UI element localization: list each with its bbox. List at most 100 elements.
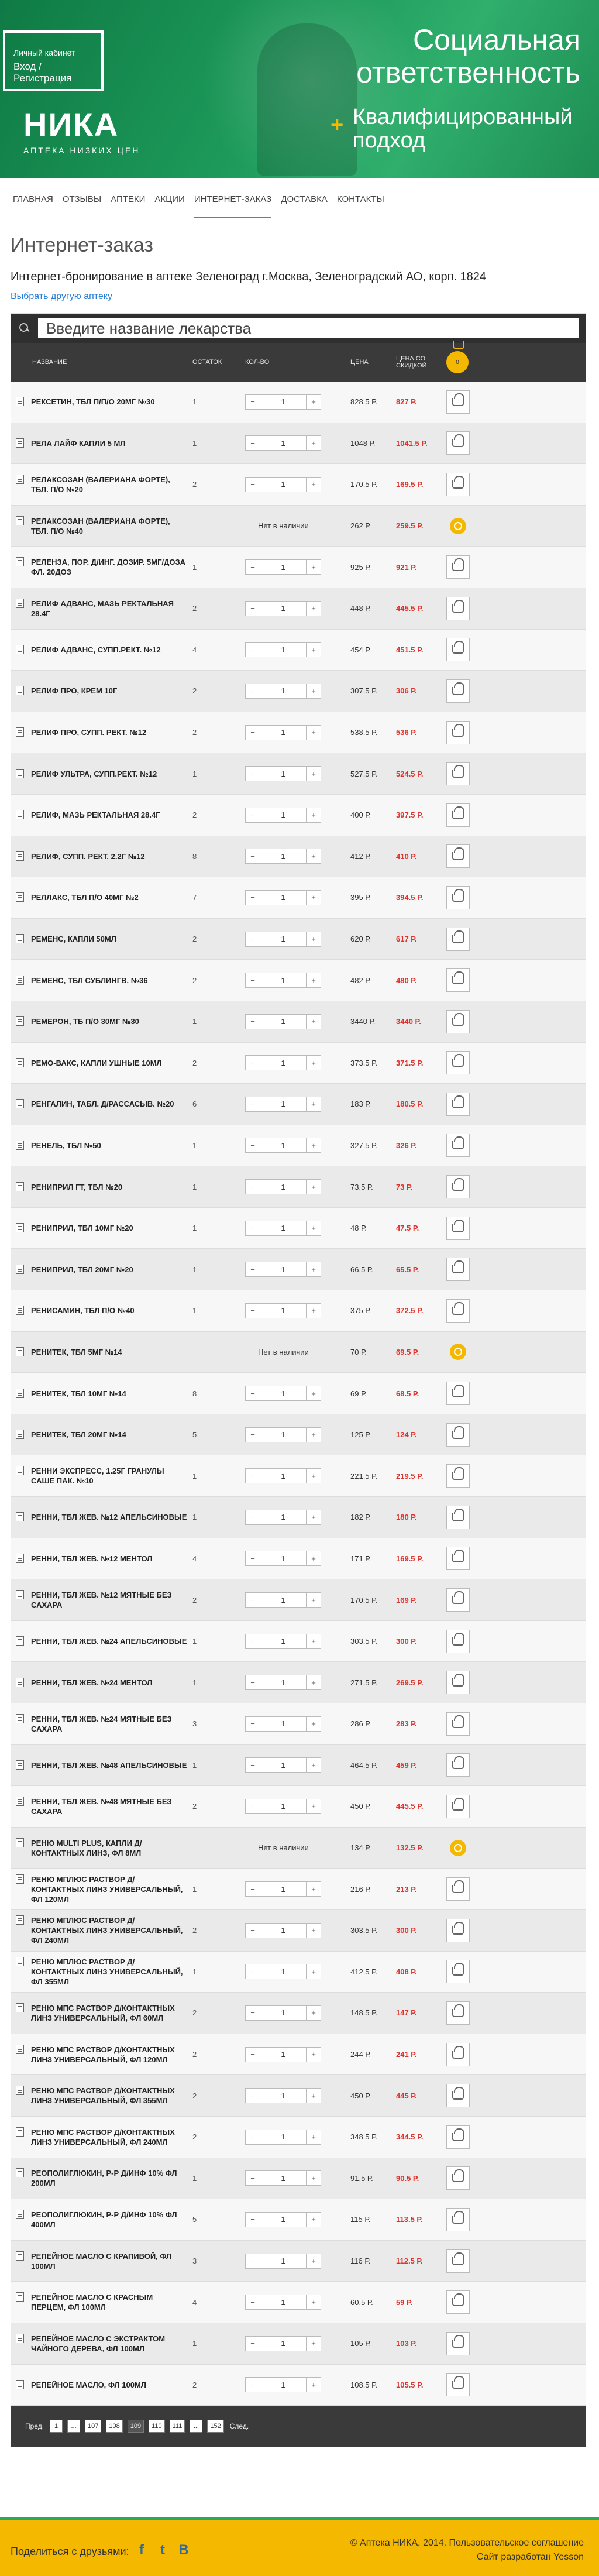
nav-item[interactable]: ИНТЕРНЕТ-ЗАКАЗ	[194, 183, 272, 218]
document-icon[interactable]	[16, 2086, 24, 2096]
qty-decrease-button[interactable]: −	[245, 394, 260, 410]
add-to-cart-button[interactable]	[446, 1794, 470, 1818]
page-link[interactable]: 152	[207, 2420, 224, 2433]
add-to-cart-button[interactable]	[446, 1216, 470, 1240]
add-to-cart-button[interactable]	[446, 1547, 470, 1571]
qty-increase-button[interactable]: +	[306, 1509, 321, 1525]
qty-decrease-button[interactable]: −	[245, 1468, 260, 1484]
qty-value[interactable]: 1	[260, 2129, 306, 2145]
qty-decrease-button[interactable]: −	[245, 435, 260, 451]
qty-decrease-button[interactable]: −	[245, 1014, 260, 1029]
document-icon[interactable]	[16, 1713, 24, 1723]
document-icon[interactable]	[16, 598, 24, 608]
qty-increase-button[interactable]: +	[306, 559, 321, 575]
qty-increase-button[interactable]: +	[306, 1179, 321, 1195]
qty-decrease-button[interactable]: −	[245, 1757, 260, 1773]
qty-decrease-button[interactable]: −	[245, 2005, 260, 2021]
qty-increase-button[interactable]: +	[306, 807, 321, 823]
qty-increase-button[interactable]: +	[306, 435, 321, 451]
qty-increase-button[interactable]: +	[306, 476, 321, 492]
qty-decrease-button[interactable]: −	[245, 1096, 260, 1112]
qty-decrease-button[interactable]: −	[245, 807, 260, 823]
qty-decrease-button[interactable]: −	[245, 559, 260, 575]
add-to-cart-button[interactable]	[446, 390, 470, 414]
page-link[interactable]: ...	[190, 2420, 203, 2433]
qty-decrease-button[interactable]: −	[245, 2211, 260, 2227]
qty-increase-button[interactable]: +	[306, 1096, 321, 1112]
add-to-cart-button[interactable]	[446, 762, 470, 786]
qty-decrease-button[interactable]: −	[245, 1592, 260, 1608]
copyright-text[interactable]: © Аптека НИКА, 2014. Пользовательское со…	[350, 2536, 584, 2550]
qty-decrease-button[interactable]: −	[245, 1798, 260, 1814]
cart-summary[interactable]: 0	[443, 341, 478, 373]
qty-decrease-button[interactable]: −	[245, 973, 260, 988]
qty-value[interactable]: 1	[260, 394, 306, 410]
qty-increase-button[interactable]: +	[306, 766, 321, 782]
qty-increase-button[interactable]: +	[306, 2129, 321, 2145]
qty-value[interactable]: 1	[260, 1055, 306, 1071]
nav-item[interactable]: ОТЗЫВЫ	[63, 183, 101, 216]
qty-value[interactable]: 1	[260, 1303, 306, 1318]
nav-item[interactable]: ДОСТАВКА	[281, 183, 328, 216]
qty-decrease-button[interactable]: −	[245, 724, 260, 740]
qty-decrease-button[interactable]: −	[245, 889, 260, 905]
add-to-cart-button[interactable]	[446, 1753, 470, 1777]
qty-decrease-button[interactable]: −	[245, 1262, 260, 1277]
qty-increase-button[interactable]: +	[306, 1757, 321, 1773]
document-icon[interactable]	[16, 2292, 24, 2302]
qty-increase-button[interactable]: +	[306, 1881, 321, 1897]
add-to-cart-button[interactable]	[446, 596, 470, 620]
qty-value[interactable]: 1	[260, 889, 306, 905]
document-icon[interactable]	[16, 2127, 24, 2137]
document-icon[interactable]	[16, 397, 24, 407]
qty-decrease-button[interactable]: −	[245, 1964, 260, 1980]
qty-value[interactable]: 1	[260, 2377, 306, 2393]
document-icon[interactable]	[16, 2003, 24, 2012]
document-icon[interactable]	[16, 1837, 24, 1847]
document-icon[interactable]	[16, 2168, 24, 2178]
qty-increase-button[interactable]: +	[306, 394, 321, 410]
add-to-cart-button[interactable]	[446, 2084, 470, 2108]
add-to-cart-button[interactable]	[446, 2331, 470, 2355]
qty-decrease-button[interactable]: −	[245, 1303, 260, 1318]
add-to-cart-button[interactable]	[446, 1712, 470, 1736]
qty-value[interactable]: 1	[260, 724, 306, 740]
qty-value[interactable]: 1	[260, 1262, 306, 1277]
vk-icon[interactable]: В	[175, 2542, 192, 2558]
document-icon[interactable]	[16, 1956, 24, 1966]
qty-decrease-button[interactable]: −	[245, 1179, 260, 1195]
qty-decrease-button[interactable]: −	[245, 2253, 260, 2269]
qty-decrease-button[interactable]: −	[245, 1881, 260, 1897]
qty-increase-button[interactable]: +	[306, 1798, 321, 1814]
qty-decrease-button[interactable]: −	[245, 1633, 260, 1649]
add-to-cart-button[interactable]	[446, 927, 470, 951]
qty-increase-button[interactable]: +	[306, 1675, 321, 1691]
add-to-cart-button[interactable]	[446, 1960, 470, 1984]
document-icon[interactable]	[16, 892, 24, 902]
qty-increase-button[interactable]: +	[306, 1055, 321, 1071]
document-icon[interactable]	[16, 1140, 24, 1150]
document-icon[interactable]	[16, 975, 24, 985]
cart-icon[interactable]: 0	[446, 341, 469, 373]
qty-value[interactable]: 1	[260, 2088, 306, 2104]
qty-increase-button[interactable]: +	[306, 2377, 321, 2393]
qty-increase-button[interactable]: +	[306, 2295, 321, 2310]
qty-increase-button[interactable]: +	[306, 1551, 321, 1567]
next-page-link[interactable]: След.	[230, 2422, 249, 2430]
qty-increase-button[interactable]: +	[306, 2005, 321, 2021]
qty-increase-button[interactable]: +	[306, 973, 321, 988]
qty-decrease-button[interactable]: −	[245, 1922, 260, 1938]
document-icon[interactable]	[16, 1466, 24, 1476]
choose-other-pharmacy-link[interactable]: Выбрать другую аптеку	[11, 291, 112, 302]
qty-value[interactable]: 1	[260, 1964, 306, 1980]
document-icon[interactable]	[16, 1016, 24, 1026]
document-icon[interactable]	[16, 686, 24, 696]
document-icon[interactable]	[16, 1388, 24, 1398]
document-icon[interactable]	[16, 810, 24, 820]
document-icon[interactable]	[16, 1306, 24, 1316]
nav-item[interactable]: КОНТАКТЫ	[337, 183, 384, 216]
add-to-cart-button[interactable]	[446, 679, 470, 703]
page-link[interactable]: ...	[67, 2420, 81, 2433]
qty-increase-button[interactable]: +	[306, 1386, 321, 1402]
qty-decrease-button[interactable]: −	[245, 2129, 260, 2145]
